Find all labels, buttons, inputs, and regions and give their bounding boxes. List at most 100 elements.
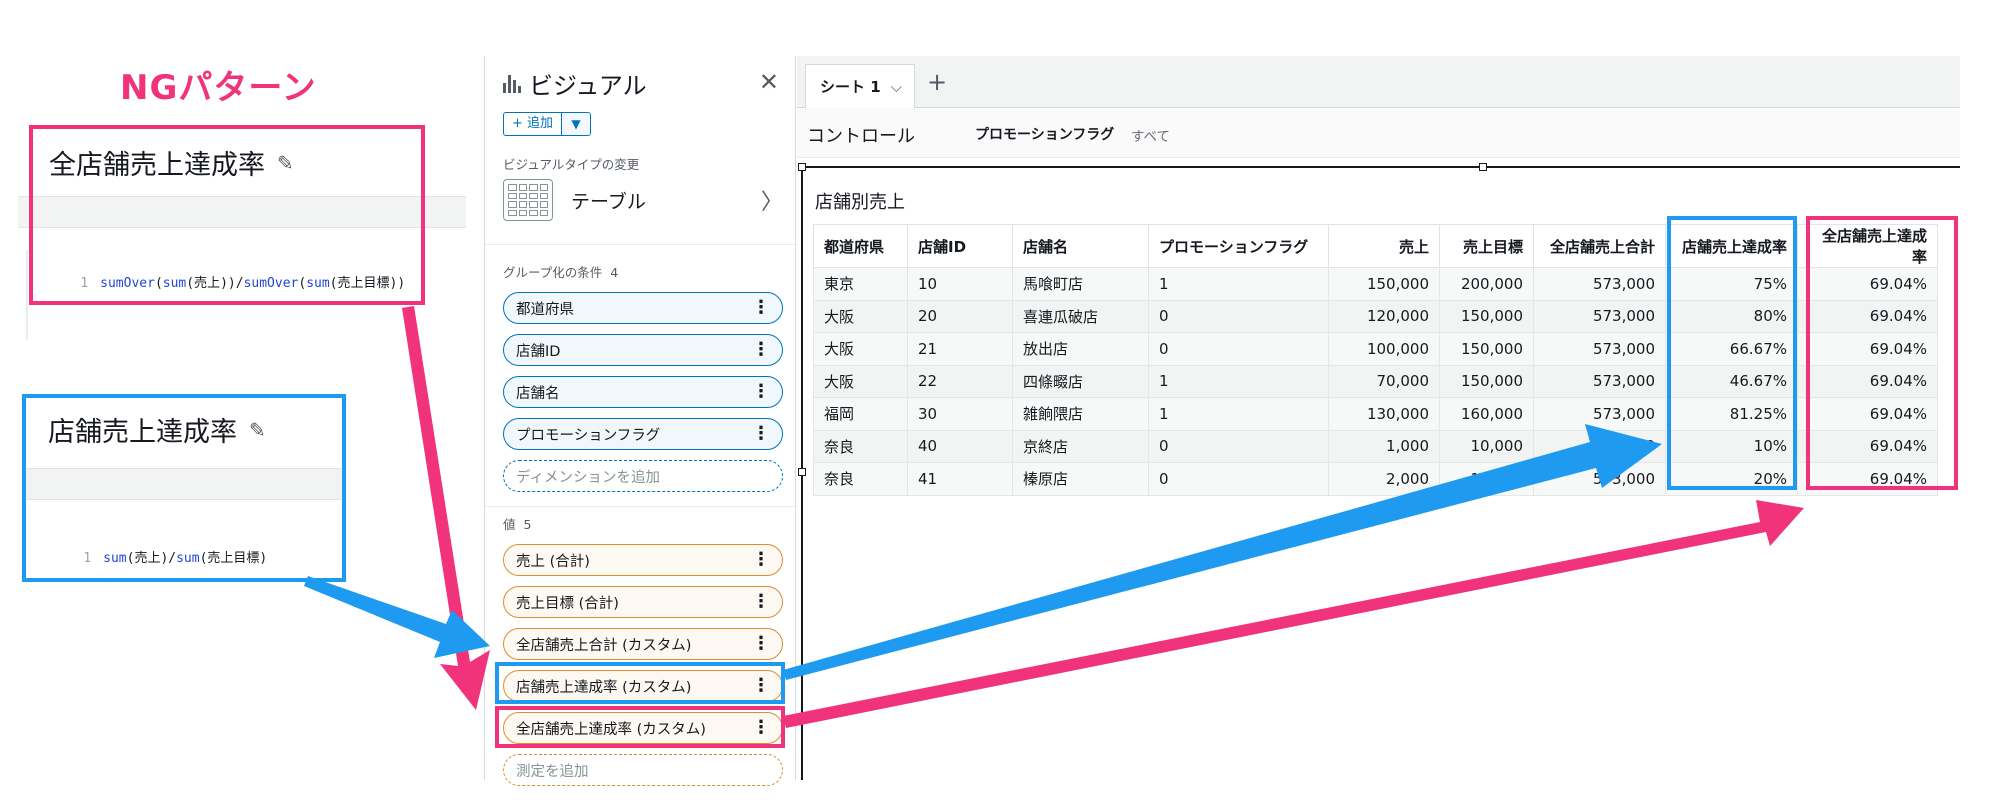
sheet-tab[interactable]: シート 1 ⌵: [805, 64, 915, 108]
table-cell: 榛原店: [1012, 462, 1149, 496]
controls-bar: コントロール プロモーションフラグ すべて: [797, 108, 1960, 158]
group-field-pill[interactable]: 店舗名 ⋮: [503, 376, 783, 408]
control-promo-flag-value[interactable]: すべて: [1131, 125, 1170, 145]
column-header[interactable]: 売上目標: [1439, 224, 1534, 268]
table-cell: 20: [907, 299, 1013, 333]
table-cell: 馬喰町店: [1012, 267, 1149, 301]
table-cell: 奈良: [813, 429, 908, 463]
table-cell: 70,000: [1328, 364, 1440, 398]
pencil-icon[interactable]: ✎: [277, 151, 294, 175]
table-cell: 1: [1148, 397, 1329, 431]
table-cell: 150,000: [1439, 364, 1534, 398]
table-cell: 573,000: [1533, 299, 1666, 333]
chevron-right-icon[interactable]: 〉: [761, 184, 783, 216]
table-cell: 573,000: [1533, 462, 1666, 496]
add-button[interactable]: + 追加 ▼: [503, 112, 592, 136]
ng-pattern-title: NGパターン: [120, 68, 317, 108]
resize-handle[interactable]: [1479, 163, 1487, 171]
table-cell: 0: [1148, 299, 1329, 333]
table-cell: 福岡: [813, 397, 908, 431]
formula-card-store: 店舗売上達成率 ✎ 1 sum(売上)/sum(売上目標): [22, 394, 346, 582]
formula-title: 全店舗売上達成率: [49, 150, 265, 181]
group-field-pill[interactable]: 店舗ID ⋮: [503, 334, 783, 366]
pencil-icon[interactable]: ✎: [249, 418, 266, 442]
table-cell: 150,000: [1439, 332, 1534, 366]
store-rate-pill-highlight: [495, 662, 785, 704]
visual-title: 店舗別売上: [815, 192, 905, 213]
table-cell: 573,000: [1533, 429, 1666, 463]
column-header[interactable]: プロモーションフラグ: [1148, 224, 1329, 268]
add-dimension-button[interactable]: ディメンションを追加: [503, 460, 783, 492]
column-header[interactable]: 都道府県: [813, 224, 908, 268]
table-cell: 1: [1148, 267, 1329, 301]
table-cell: 150,000: [1439, 299, 1534, 333]
caret-down-icon[interactable]: ▼: [562, 113, 591, 135]
table-icon: [503, 179, 553, 221]
control-promo-flag[interactable]: プロモーションフラグ: [975, 124, 1114, 144]
formula-code: 1 sumOver(sum(売上))/sumOver(sum(売上目標)): [80, 276, 406, 291]
table-cell: 2,000: [1328, 462, 1440, 496]
table-cell: 573,000: [1533, 332, 1666, 366]
store-rate-column-highlight: [1667, 216, 1797, 490]
table-cell: 0: [1148, 429, 1329, 463]
add-button-label[interactable]: + 追加: [504, 113, 563, 135]
panel-title: ビジュアル: [529, 72, 647, 100]
all-store-rate-pill-highlight: [495, 706, 785, 748]
table-cell: 奈良: [813, 462, 908, 496]
more-options-icon[interactable]: ⋮: [752, 423, 770, 445]
table-cell: 1: [1148, 364, 1329, 398]
visual-type-label: ビジュアルタイプの変更: [503, 157, 640, 172]
table-cell: 大阪: [813, 332, 908, 366]
value-field-pill[interactable]: 全店舗売上合計 (カスタム) ⋮: [503, 628, 783, 660]
visual-type-name: テーブル: [571, 190, 646, 213]
table-cell: 10: [907, 267, 1013, 301]
column-header[interactable]: 店舗名: [1012, 224, 1149, 268]
visual-type-selector[interactable]: テーブル 〉: [503, 176, 783, 224]
more-options-icon[interactable]: ⋮: [752, 549, 770, 571]
more-options-icon[interactable]: ⋮: [752, 591, 770, 613]
table-cell: 1,000: [1328, 429, 1440, 463]
value-field-pill[interactable]: 売上 (合計) ⋮: [503, 544, 783, 576]
table-cell: 雑餉隈店: [1012, 397, 1149, 431]
table-cell: 573,000: [1533, 267, 1666, 301]
group-by-section: グループ化の条件 4: [503, 265, 619, 280]
table-cell: 京終店: [1012, 429, 1149, 463]
table-cell: 0: [1148, 462, 1329, 496]
table-cell: 130,000: [1328, 397, 1440, 431]
panel-header: ビジュアル: [503, 66, 647, 101]
table-cell: 四條畷店: [1012, 364, 1149, 398]
group-field-pill[interactable]: プロモーションフラグ ⋮: [503, 418, 783, 450]
table-cell: 200,000: [1439, 267, 1534, 301]
table-cell: 120,000: [1328, 299, 1440, 333]
blue-arrow-to-pill: [304, 576, 490, 658]
table-cell: 573,000: [1533, 364, 1666, 398]
resize-handle[interactable]: [798, 163, 806, 171]
resize-handle[interactable]: [798, 468, 806, 476]
more-options-icon[interactable]: ⋮: [752, 339, 770, 361]
all-store-rate-column-highlight: [1806, 216, 1958, 490]
column-header[interactable]: 売上: [1328, 224, 1440, 268]
table-cell: 100,000: [1328, 332, 1440, 366]
table-cell: 10,000: [1439, 429, 1534, 463]
sheet-tabs-bar: シート 1 ⌵ +: [797, 56, 1960, 108]
group-field-pill[interactable]: 都道府県 ⋮: [503, 292, 783, 324]
formula-code: 1 sum(売上)/sum(売上目標): [83, 551, 268, 566]
value-field-pill[interactable]: 売上目標 (合計) ⋮: [503, 586, 783, 618]
more-options-icon[interactable]: ⋮: [752, 381, 770, 403]
more-options-icon[interactable]: ⋮: [752, 633, 770, 655]
add-sheet-icon[interactable]: +: [927, 68, 947, 96]
table-cell: 放出店: [1012, 332, 1149, 366]
chevron-down-icon[interactable]: ⌵: [891, 78, 902, 96]
table-cell: 40: [907, 429, 1013, 463]
bar-chart-icon: [503, 74, 521, 93]
more-options-icon[interactable]: ⋮: [752, 297, 770, 319]
column-header[interactable]: 店舗ID: [907, 224, 1013, 268]
column-header[interactable]: 全店舗売上合計: [1533, 224, 1666, 268]
close-icon[interactable]: ✕: [759, 68, 779, 96]
pink-arrow-to-pill: [402, 306, 490, 710]
table-cell: 東京: [813, 267, 908, 301]
formula-card-all-stores-highlight: 全店舗売上達成率 ✎ 1 sumOver(sum(売上))/sumOver(sum…: [29, 125, 425, 305]
add-measure-button[interactable]: 測定を追加: [503, 754, 783, 786]
formula-title: 店舗売上達成率: [48, 417, 237, 448]
table-cell: 大阪: [813, 364, 908, 398]
